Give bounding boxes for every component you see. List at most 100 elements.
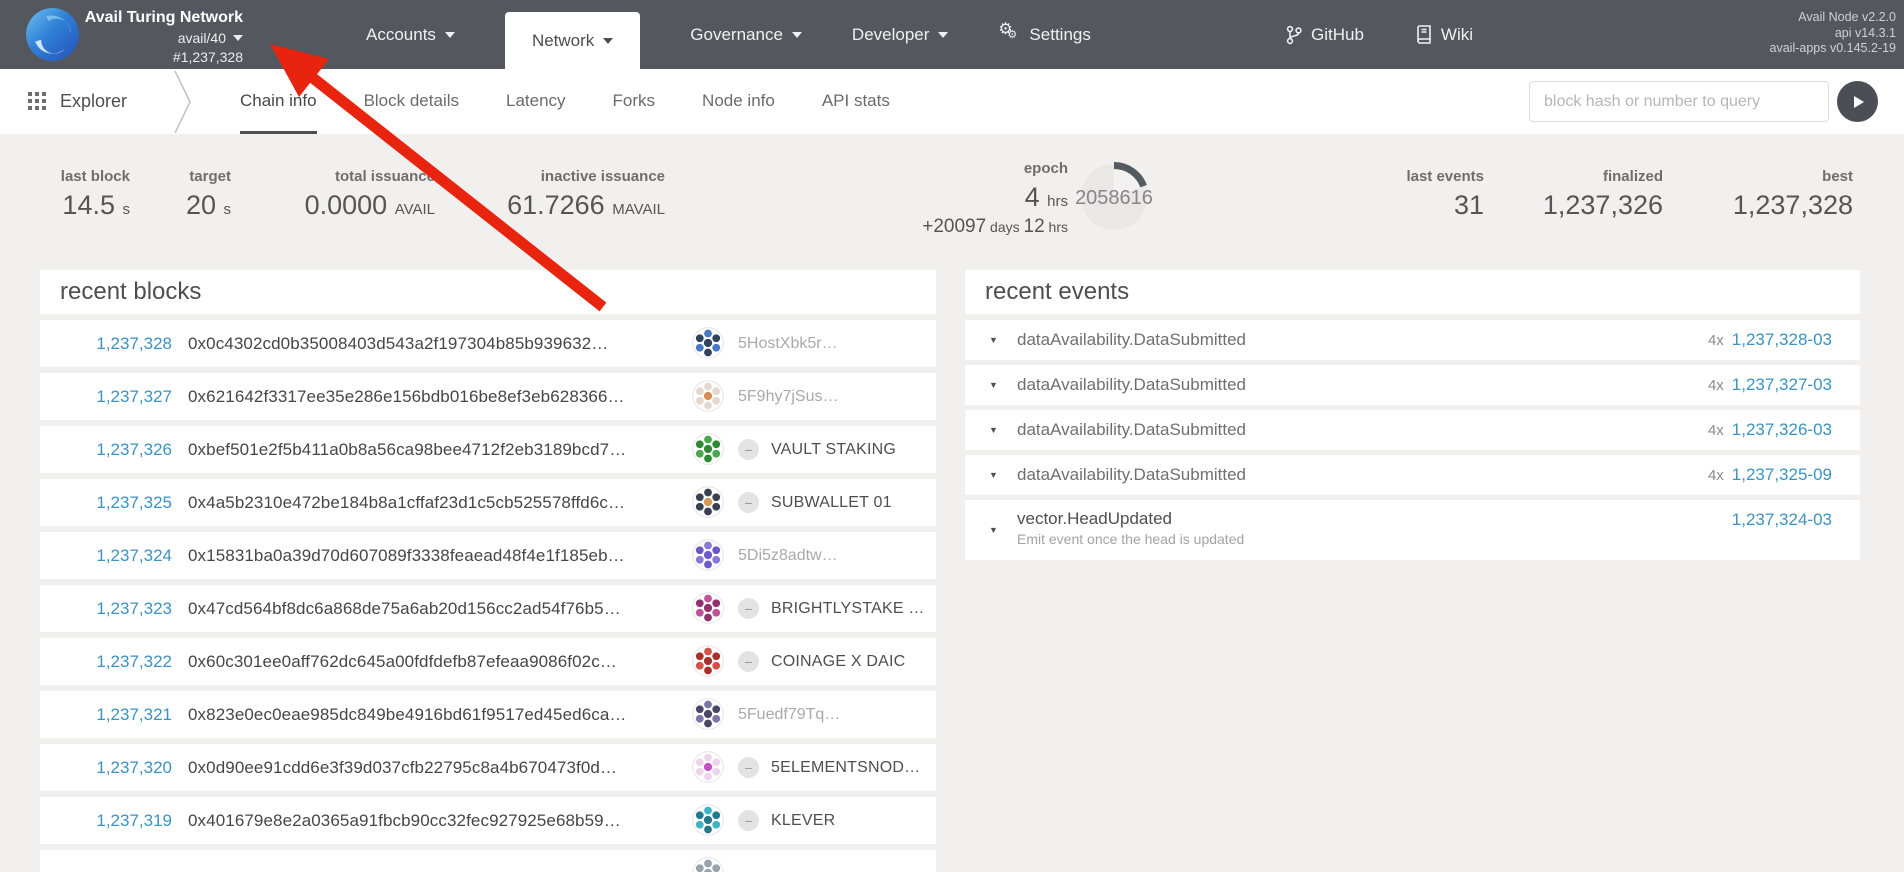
block-author[interactable]: 5F9hy7jSus… (738, 373, 839, 420)
block-number-link[interactable]: 1,237,324 (60, 532, 172, 579)
validator-identicon[interactable] (692, 751, 724, 783)
nav-developer[interactable]: Developer (852, 25, 949, 45)
block-row: 1,237,325 0x4a5b2310e472be184b8a1cffaf23… (40, 479, 936, 526)
chain-spec-selector[interactable]: avail/40 (80, 30, 243, 46)
block-number-link[interactable]: 1,237,320 (60, 744, 172, 791)
event-block-link[interactable]: 1,237,324-03 (1732, 510, 1832, 530)
expand-chevron-icon[interactable]: ▼ (989, 380, 998, 390)
block-author[interactable]: 5ELEMENTSNOD… (771, 744, 920, 791)
block-number-link[interactable]: 1,237,328 (60, 320, 172, 367)
block-number-link[interactable]: 1,237,319 (60, 797, 172, 844)
event-name: vector.HeadUpdated (1017, 509, 1172, 528)
external-links: GitHub Wiki (1286, 0, 1473, 69)
validator-identicon[interactable] (692, 804, 724, 836)
stat-unit: MAVAIL (612, 201, 665, 218)
block-number-link[interactable]: 1,237,325 (60, 479, 172, 526)
block-number-link[interactable]: 1,237,321 (60, 691, 172, 738)
stat-label: finalized (1602, 168, 1663, 185)
epoch-counter: 2058616 (1075, 187, 1153, 209)
block-author[interactable]: 5Di5z8adtw… (738, 532, 838, 579)
validator-identicon[interactable] (692, 857, 724, 872)
block-hash: 0x4a5b2310e472be184b8a1cffaf23d1c5cb5255… (188, 492, 626, 512)
expand-chevron-icon[interactable]: ▼ (989, 525, 998, 535)
tab-block-details[interactable]: Block details (364, 69, 459, 134)
block-row: 1,237,321 0x823e0ec0eae985dc849be4916bd6… (40, 691, 936, 738)
block-hash: 0x47cd564bf8dc6a868de75a6ab20d156cc2ad54… (188, 598, 621, 618)
event-row: ▼ dataAvailability.DataSubmitted 4x 1,23… (965, 455, 1860, 495)
block-hash: 0x15831ba0a39d70d607089f3338feaead48f4e1… (188, 545, 625, 565)
main-nav: Accounts Network Governance Developer ⚙ ⚙… (366, 0, 1091, 69)
tab-chain-info[interactable]: Chain info (240, 69, 317, 134)
validator-identicon[interactable] (692, 645, 724, 677)
tab-latency[interactable]: Latency (506, 69, 566, 134)
block-number-link[interactable]: 1,237,323 (60, 585, 172, 632)
stat-value: 1,237,328 (1732, 190, 1853, 220)
validator-identicon[interactable] (692, 539, 724, 571)
block-search-input[interactable] (1529, 81, 1829, 122)
block-row: − (40, 850, 936, 872)
stat-unit: s (122, 201, 131, 218)
block-author[interactable]: SUBWALLET 01 (771, 479, 892, 526)
validator-identicon[interactable] (692, 698, 724, 730)
stat-label: best (1822, 168, 1853, 185)
epoch-progress-ring: 2058616 (1075, 162, 1153, 230)
validator-identicon[interactable] (692, 592, 724, 624)
event-row: ▼ vector.HeadUpdated Emit event once the… (965, 500, 1860, 560)
search-submit-button[interactable] (1837, 81, 1878, 122)
block-author[interactable]: 5HostXbk5r… (738, 320, 838, 367)
avail-explorer-app: Avail Turing Network avail/40 #1,237,328… (0, 0, 1904, 872)
block-hash: 0x60c301ee0aff762dc645a00fdfdefb87efeaa9… (188, 651, 617, 671)
expand-chevron-icon[interactable]: ▼ (989, 470, 998, 480)
stat-inactive-issuance: inactive issuance 61.7266 MAVAIL (507, 168, 665, 221)
recent-events-list: ▼ dataAvailability.DataSubmitted 4x 1,23… (965, 320, 1860, 560)
validator-identicon[interactable] (692, 486, 724, 518)
nav-accounts[interactable]: Accounts (366, 25, 455, 45)
stat-value: 14.5 (62, 190, 115, 220)
block-number-link[interactable]: 1,237,326 (60, 426, 172, 473)
section-explorer[interactable]: Explorer (28, 69, 127, 134)
version-info: Avail Node v2.2.0 api v14.3.1 avail-apps… (1770, 10, 1896, 57)
nav-governance-label: Governance (690, 24, 783, 44)
stat-label: target (189, 168, 231, 185)
chevron-down-icon (233, 35, 243, 41)
block-author[interactable]: BRIGHTLYSTAKE … (771, 585, 925, 632)
section-label: Explorer (60, 91, 128, 111)
nav-governance[interactable]: Governance (690, 25, 802, 45)
tab-node-info[interactable]: Node info (702, 69, 775, 134)
brand-block: Avail Turing Network avail/40 #1,237,328 (80, 9, 243, 65)
expand-chevron-icon[interactable]: ▼ (989, 335, 998, 345)
block-row: 1,237,326 0xbef501e2f5b411a0b8a56ca98bee… (40, 426, 936, 473)
nav-settings[interactable]: ⚙ ⚙ Settings (998, 21, 1090, 46)
chevron-down-icon (938, 31, 949, 38)
block-author[interactable]: COINAGE X DAIC (771, 638, 905, 685)
expand-chevron-icon[interactable]: ▼ (989, 425, 998, 435)
stat-finalized: finalized 1,237,326 (1543, 168, 1663, 221)
recent-events-title: recent events (965, 270, 1860, 314)
event-block-link[interactable]: 1,237,327-03 (1732, 375, 1832, 395)
event-block-link[interactable]: 1,237,325-09 (1732, 465, 1832, 485)
top-bar: Avail Turing Network avail/40 #1,237,328… (0, 0, 1904, 69)
validator-identicon[interactable] (692, 327, 724, 359)
stat-label: last block (60, 168, 130, 185)
chain-spec-label: avail/40 (177, 30, 226, 46)
validator-identicon[interactable] (692, 433, 724, 465)
event-row: ▼ dataAvailability.DataSubmitted 4x 1,23… (965, 410, 1860, 450)
github-link[interactable]: GitHub (1286, 25, 1364, 45)
block-author[interactable]: VAULT STAKING (771, 426, 896, 473)
nav-network[interactable]: Network (504, 12, 641, 69)
git-branch-icon (1286, 25, 1302, 44)
event-name: dataAvailability.DataSubmitted (1017, 420, 1247, 439)
block-author[interactable]: KLEVER (771, 797, 835, 844)
tab-forks[interactable]: Forks (613, 69, 656, 134)
wiki-link[interactable]: Wiki (1416, 25, 1473, 45)
event-block-link[interactable]: 1,237,326-03 (1732, 420, 1832, 440)
block-number-link[interactable]: 1,237,327 (60, 373, 172, 420)
tab-api-stats[interactable]: API stats (822, 69, 890, 134)
validator-identicon[interactable] (692, 380, 724, 412)
block-number-link[interactable]: 1,237,322 (60, 638, 172, 685)
stat-total-issuance: total issuance 0.0000 AVAIL (305, 168, 435, 221)
avail-logo-icon[interactable] (26, 8, 79, 61)
event-block-link[interactable]: 1,237,328-03 (1732, 330, 1832, 350)
block-author[interactable]: 5Fuedf79Tq… (738, 691, 840, 738)
github-label: GitHub (1311, 24, 1364, 44)
